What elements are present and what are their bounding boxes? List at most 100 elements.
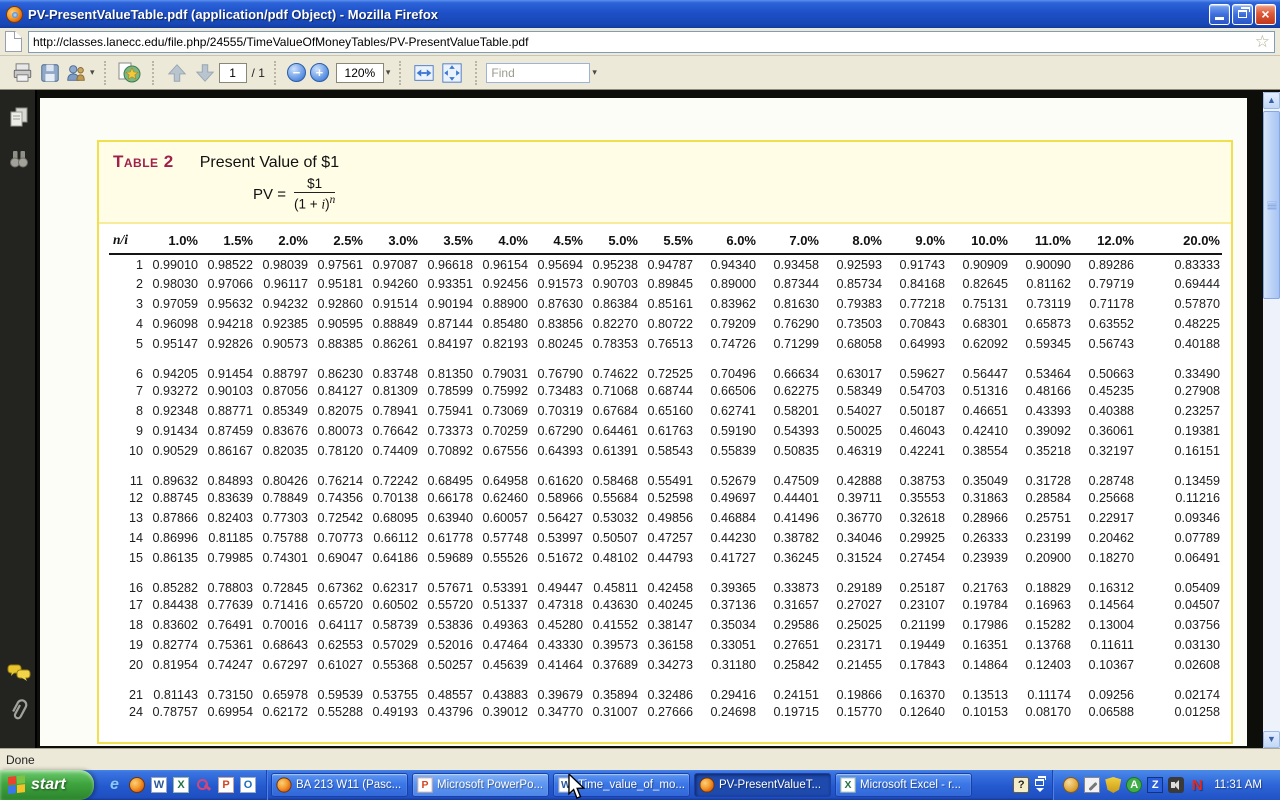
start-label: start [31,776,66,794]
close-button[interactable]: × [1255,4,1276,25]
table-row: 190.827740.753610.686430.625530.570290.5… [109,635,1222,655]
search-panel-button[interactable] [6,146,32,172]
pv-factor-cell: 0.29586 [758,615,821,635]
taskbar-button[interactable]: PMicrosoft PowerPo... [412,773,549,797]
pv-factor-cell: 0.70496 [695,354,758,381]
firefox-icon[interactable] [129,777,145,793]
zoom-in-button[interactable]: + [310,63,329,82]
pv-factor-cell: 0.63940 [420,508,475,528]
taskbar-button[interactable]: BA 213 W11 (Pasc... [271,773,408,797]
collaborate-button[interactable]: ▾ [64,59,95,87]
pv-factor-cell: 0.75941 [420,401,475,421]
pv-factor-cell: 0.27651 [758,635,821,655]
pv-factor-cell: 0.61620 [530,461,585,488]
table-row: 50.951470.928260.905730.883850.862610.84… [109,334,1222,354]
taskbar-button[interactable]: PV-PresentValueT... [694,773,831,797]
ie-icon[interactable]: e [106,777,123,794]
minimize-button[interactable] [1209,4,1230,25]
pv-factor-cell: 0.25842 [758,655,821,675]
print-button[interactable] [8,59,36,87]
pv-factor-cell: 0.42888 [821,461,884,488]
page-number-input[interactable] [219,63,247,83]
pv-factor-cell: 0.90529 [145,441,200,461]
pv-factor-cell: 0.48102 [585,548,640,568]
pv-factor-cell: 0.16370 [884,675,947,702]
outlook-icon[interactable]: O [240,777,256,793]
url-text: http://classes.lanecc.edu/file.php/24555… [33,35,1255,49]
pv-factor-cell: 0.33873 [758,568,821,595]
pv-factor-cell: 0.19784 [947,595,1010,615]
language-bar-restore[interactable] [1035,779,1044,792]
taskbar-button[interactable]: WTime_value_of_mo... [553,773,690,797]
powerpoint-icon[interactable]: P [218,777,234,793]
pv-factor-cell: 0.34046 [821,528,884,548]
bookmark-star-icon[interactable]: ☆ [1255,33,1270,50]
fit-page-button[interactable] [438,59,466,87]
word-icon[interactable]: W [151,777,167,793]
url-input[interactable]: http://classes.lanecc.edu/file.php/24555… [28,31,1275,53]
fit-width-button[interactable] [410,59,438,87]
help-button[interactable]: ? [1013,777,1029,793]
pv-factor-cell: 0.72525 [640,354,695,381]
z-app-icon[interactable]: Z [1147,777,1163,793]
pv-factor-cell: 0.71416 [255,595,310,615]
arrow-down-icon [194,62,216,84]
taskbar-button[interactable]: XMicrosoft Excel - r... [835,773,972,797]
scroll-up-button[interactable]: ▲ [1263,92,1280,109]
chevron-down-icon[interactable]: ▾ [592,67,597,78]
pv-factor-cell: 0.96117 [255,274,310,294]
pv-factor-cell: 0.66178 [420,488,475,508]
pv-factor-cell: 0.73503 [821,314,884,334]
pv-factor-cell: 0.27027 [821,595,884,615]
scroll-down-button[interactable]: ▼ [1263,731,1280,748]
pv-factor-cell: 0.25187 [884,568,947,595]
table-row: 150.861350.799850.743010.690470.641860.5… [109,548,1222,568]
scrollbar-thumb[interactable] [1263,111,1280,299]
pv-factor-cell: 0.52016 [420,635,475,655]
pv-factor-cell: 0.39573 [585,635,640,655]
zoom-out-button[interactable]: − [287,63,306,82]
pv-factor-cell: 0.62460 [475,488,530,508]
access-icon[interactable] [195,777,212,794]
next-page-button[interactable] [191,59,219,87]
excel-icon[interactable]: X [173,777,189,793]
previous-page-button[interactable] [163,59,191,87]
save-button[interactable] [36,59,64,87]
find-input[interactable] [486,63,590,83]
vertical-scrollbar[interactable]: ▲ ▼ [1263,92,1280,748]
pv-factor-cell: 0.16151 [1136,441,1222,461]
pv-factor-cell: 0.39711 [821,488,884,508]
pv-factor-cell: 0.49363 [475,615,530,635]
tray-icons: AZ N [1063,777,1205,793]
zoom-level-select[interactable]: 120% [336,63,384,83]
pv-factor-cell: 0.68058 [821,334,884,354]
tool-icon[interactable] [1084,777,1100,793]
pv-factor-cell: 0.96154 [475,254,530,274]
antivirus-icon[interactable]: A [1126,777,1142,793]
screen: PV-PresentValueTable.pdf (application/pd… [0,0,1280,800]
pv-factor-cell: 0.70843 [884,314,947,334]
pages-panel-button[interactable] [6,104,32,130]
windows-logo-icon [8,775,26,795]
share-document-button[interactable] [115,59,143,87]
pv-factor-cell: 0.61027 [310,655,365,675]
start-button[interactable]: start [0,770,94,800]
pv-factor-cell: 0.76290 [758,314,821,334]
restore-button[interactable] [1232,4,1253,25]
norton-icon[interactable]: N [1189,777,1205,793]
pv-factor-cell: 0.19715 [758,702,821,722]
security-shield-icon[interactable] [1105,777,1121,793]
pv-factor-cell: 0.92860 [310,294,365,314]
pv-factor-cell: 0.63552 [1073,314,1136,334]
pv-factor-cell: 0.21763 [947,568,1010,595]
chevron-down-icon[interactable]: ▾ [386,67,391,78]
pv-factor-cell: 0.90703 [585,274,640,294]
comments-panel-button[interactable] [6,660,32,686]
pv-factor-cell: 0.74726 [695,334,758,354]
pv-factor-cell: 0.81162 [1010,274,1073,294]
attachments-panel-button[interactable] [6,696,32,722]
volume-icon[interactable] [1168,777,1184,793]
messenger-icon[interactable] [1063,777,1079,793]
pv-factor-cell: 0.74622 [585,354,640,381]
pv-factor-cell: 0.58543 [640,441,695,461]
